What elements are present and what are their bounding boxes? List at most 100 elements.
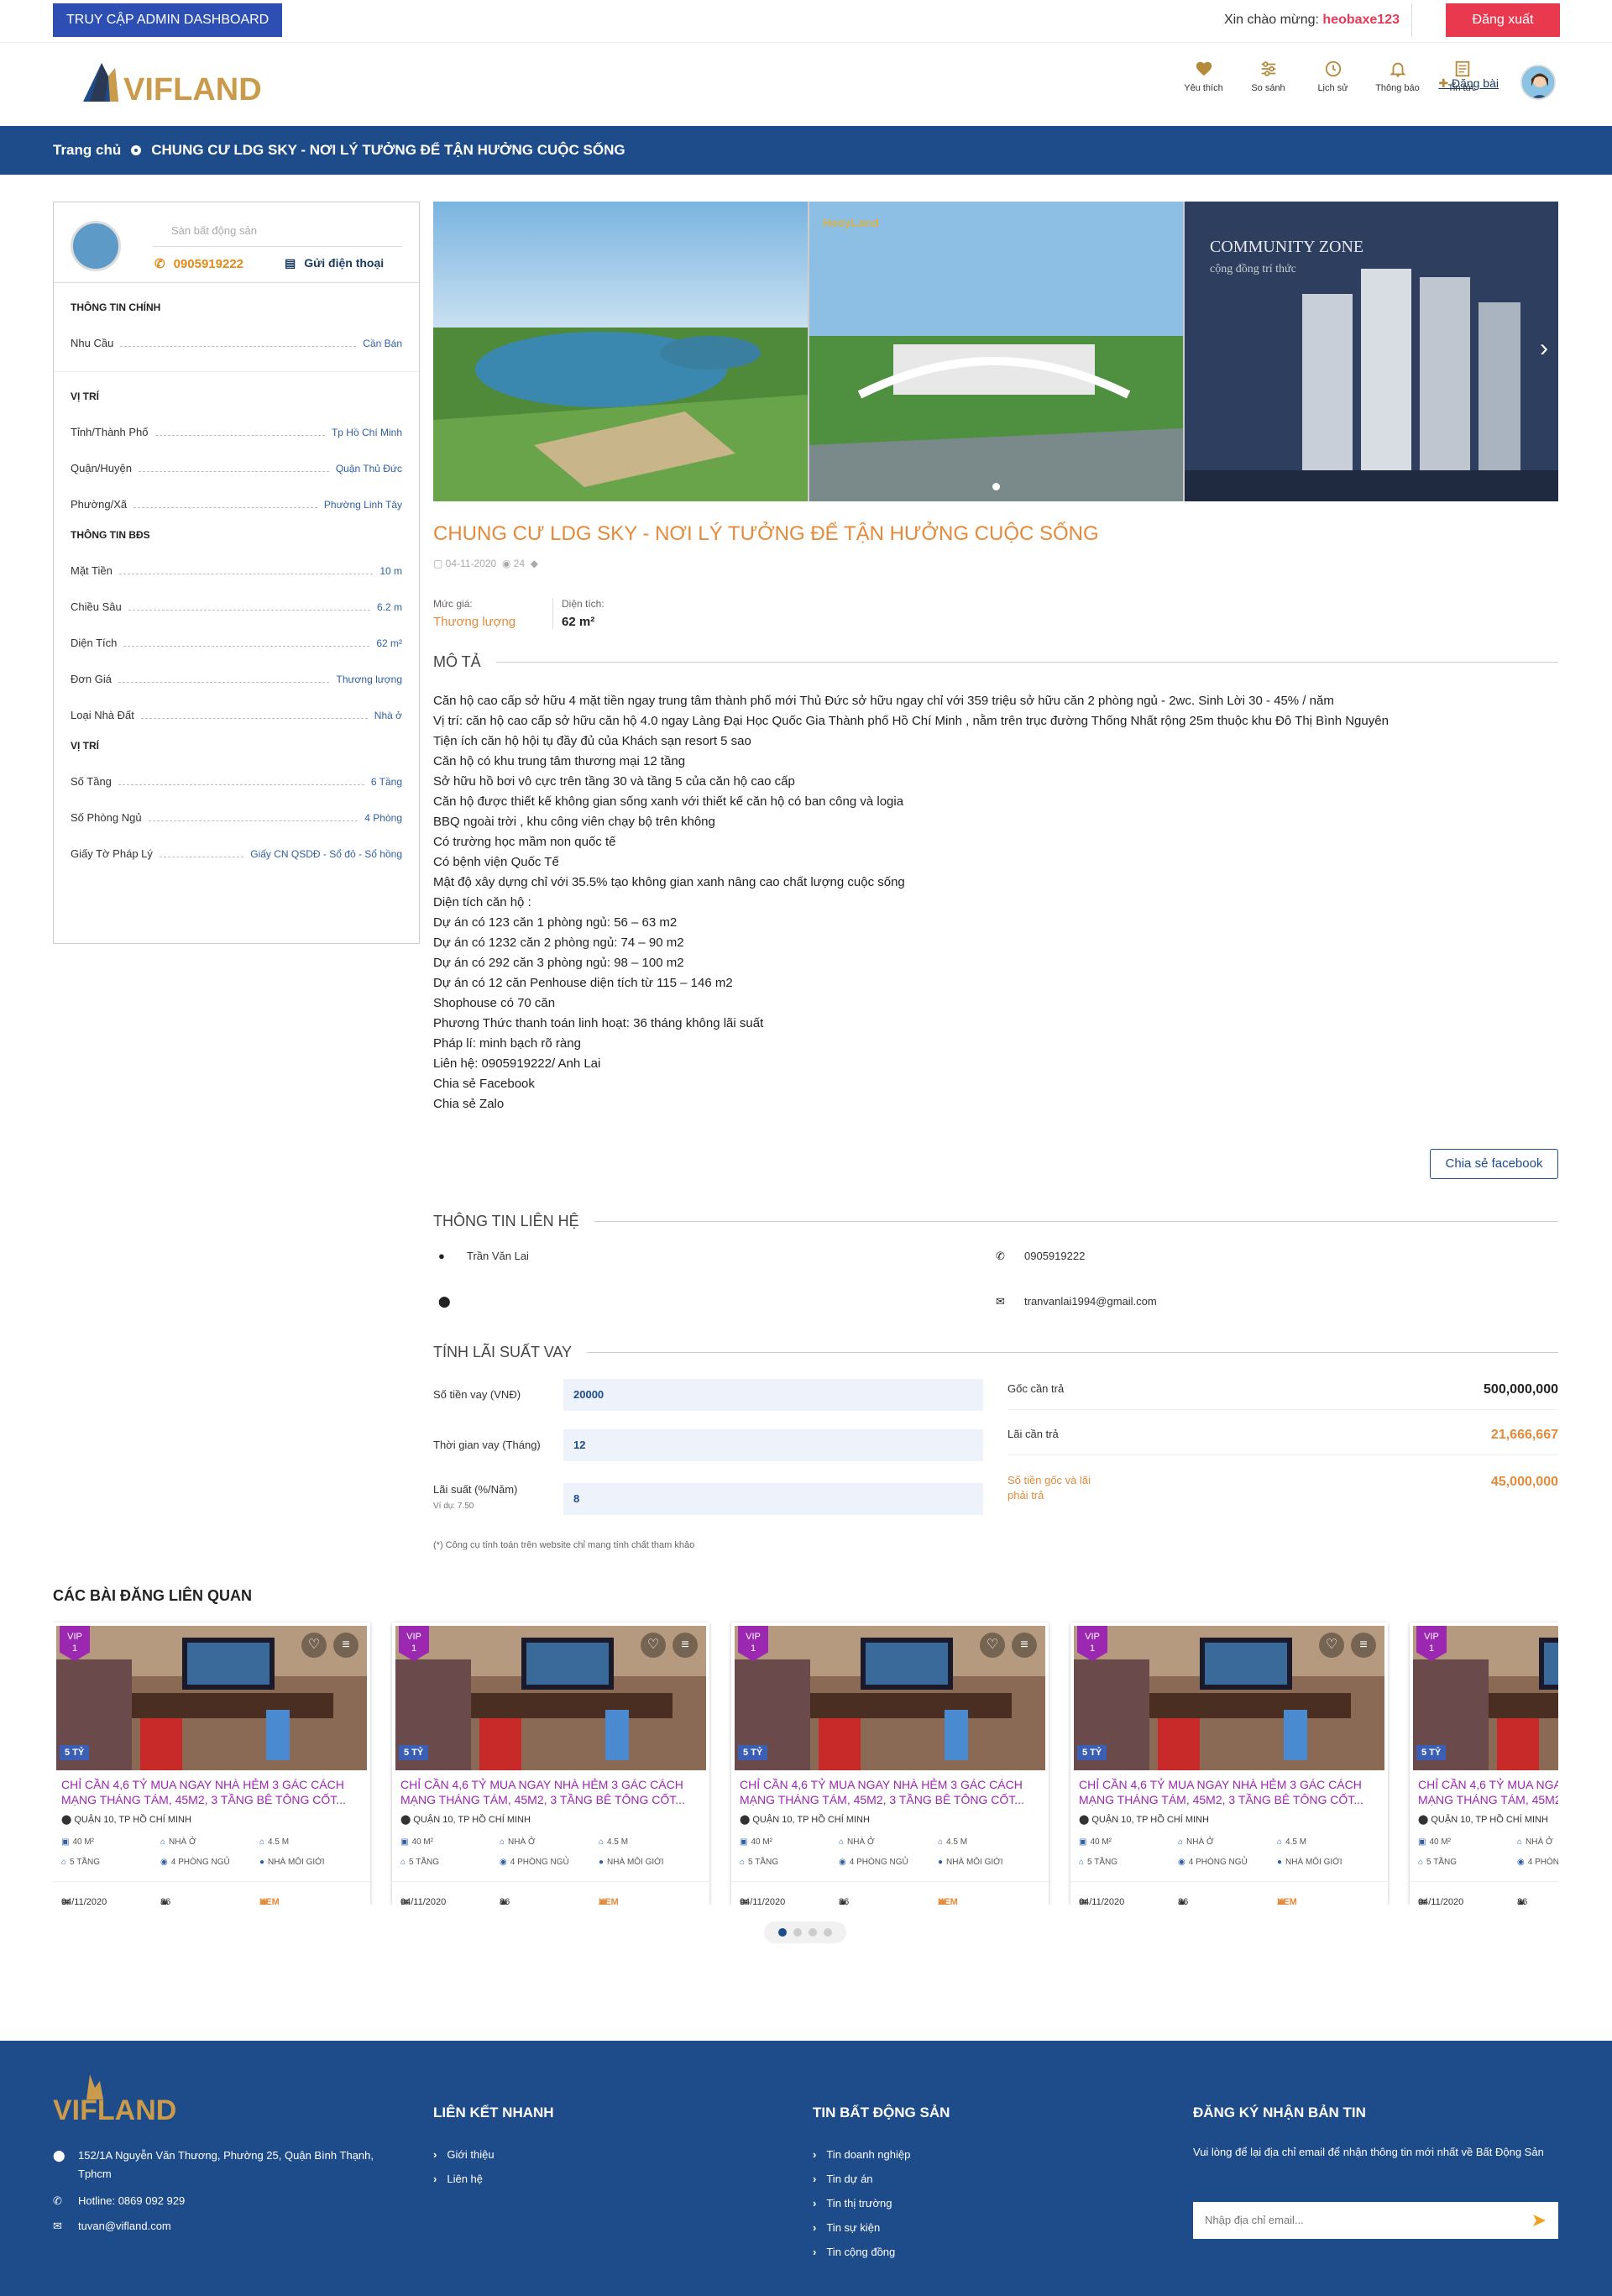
chevron-right-icon[interactable]: › xyxy=(1540,334,1548,363)
divider xyxy=(594,1221,1558,1222)
admin-dashboard-button[interactable]: TRUY CẬP ADMIN DASHBOARD xyxy=(53,3,283,37)
avatar-icon xyxy=(1522,66,1554,98)
compare-icon[interactable]: ≡ xyxy=(1351,1633,1376,1658)
house-icon: ⌂ xyxy=(500,1837,505,1847)
bell-icon xyxy=(1389,62,1406,77)
footer-address-value: 152/1A Nguyễn Văn Thương, Phường 25, Quậ… xyxy=(78,2149,374,2180)
footer-logo[interactable]: VIFLAND xyxy=(53,2071,187,2125)
related-card[interactable]: VIP1 ♡ ≡ 5 TỶ CHỈ CẦN 4,6 TỶ MUA NGAY NH… xyxy=(1070,1622,1388,1905)
contact-heading-label: THÔNG TIN LIÊN HỆ xyxy=(433,1213,579,1229)
user-avatar[interactable] xyxy=(1520,65,1556,100)
related-card[interactable]: VIP1 ♡ ≡ 5 TỶ CHỈ CẦN 4,6 TỶ MUA NGAY NH… xyxy=(731,1622,1049,1905)
dotted-leader xyxy=(120,346,357,347)
footer-link[interactable]: Liên hệ xyxy=(433,2173,483,2185)
compare-icon[interactable]: ≡ xyxy=(673,1633,698,1658)
related-carousel[interactable]: VIP 1 ♡ ≡ 5 TỶ CHỈ CẦN 4,6 TỶ MUA NGAY NH… xyxy=(53,1619,1558,1905)
info-value: 4 Phòng xyxy=(364,811,402,824)
carousel-pagination[interactable] xyxy=(764,1921,846,1943)
page-dot[interactable] xyxy=(778,1928,787,1937)
card-date-value: 04/11/2020 xyxy=(1418,1897,1464,1905)
heart-icon[interactable]: ♡ xyxy=(1319,1633,1344,1658)
send-phone-button[interactable]: ▤ Gửi điện thoại xyxy=(285,256,384,270)
info-value: 62 m² xyxy=(376,637,402,649)
agent-phone[interactable]: ✆ 0905919222 xyxy=(154,256,243,271)
compare-icon[interactable]: ≡ xyxy=(1012,1633,1037,1658)
footer-link[interactable]: Tin cộng đồng xyxy=(813,2246,895,2258)
page-dot[interactable] xyxy=(824,1928,832,1937)
vifland-logo[interactable]: VIFLAND xyxy=(71,51,273,122)
description-line: Pháp lí: minh bạch rõ ràng xyxy=(433,1036,581,1051)
related-card[interactable]: VIP1 ♡ ≡ 5 TỶ CHỈ CẦN 4,6 TỶ MUA NGAY NH… xyxy=(1410,1622,1558,1905)
post-ad-link[interactable]: ✚ Đăng bài xyxy=(1438,76,1499,91)
info-row: Tỉnh/Thành Phố Tp Hồ Chí Minh xyxy=(71,426,402,438)
footer-link[interactable]: Tin sự kiện xyxy=(813,2221,880,2234)
nav-history[interactable]: Lịch sử xyxy=(1301,60,1365,93)
description-line: Liên hệ: 0905919222/ Anh Lai xyxy=(433,1056,601,1071)
photo-gallery[interactable]: HeeyLand COMMUNITY ZONE cộng đồng trí th… xyxy=(433,202,1558,501)
footer-link[interactable]: Tin thị trường xyxy=(813,2197,892,2210)
footer-hotline[interactable]: ✆ Hotline: 0869 092 929 xyxy=(53,2192,185,2210)
loan-rate-label: Lãi suất (%/Năm) xyxy=(433,1483,518,1496)
loan-term-input[interactable]: 12 xyxy=(563,1429,983,1461)
description-line: Vị trí: căn hộ cao cấp sở hữu căn hộ 4.0… xyxy=(433,714,1389,728)
loan-amount-input[interactable]: 20000 xyxy=(563,1379,983,1411)
related-card[interactable]: VIP1 ♡ ≡ 5 TỶ CHỈ CẦN 4,6 TỶ MUA NGAY NH… xyxy=(392,1622,709,1905)
heart-icon[interactable]: ♡ xyxy=(301,1633,327,1658)
location-pin-icon: ⬤ xyxy=(1418,1815,1431,1825)
card-photo[interactable]: VIP1 ♡ ≡ 5 TỶ xyxy=(1413,1626,1558,1770)
gallery-photo-clubhouse[interactable]: HeeyLand xyxy=(809,202,1183,501)
footer-email[interactable]: ✉ tuvan@vifland.com xyxy=(53,2217,171,2236)
description-line: Mật độ xây dựng chỉ với 35.5% tạo không … xyxy=(433,875,905,889)
heart-icon[interactable]: ♡ xyxy=(641,1633,666,1658)
breadcrumb-home[interactable]: Trang chủ xyxy=(53,142,121,158)
description-heading: MÔ TẢ xyxy=(433,653,1558,671)
card-title[interactable]: CHỈ CẦN 4,6 TỶ MUA NGAY NHÀ HẺM 3 GÁC CÁ… xyxy=(740,1777,1040,1807)
footer-col-title: TIN BẤT ĐỘNG SẢN xyxy=(813,2105,950,2120)
description-line: Dự án có 1232 căn 2 phòng ngủ: 74 – 90 m… xyxy=(433,936,684,950)
info-key: Loại Nhà Đất xyxy=(71,709,134,721)
page-dot[interactable] xyxy=(793,1928,802,1937)
top-bar: TRUY CẬP ADMIN DASHBOARD Xin chào mừng: … xyxy=(0,0,1612,42)
card-photo[interactable]: VIP1 ♡ ≡ 5 TỶ xyxy=(1074,1626,1384,1770)
card-area: ▣ 40 M² xyxy=(740,1837,772,1847)
loan-rate-input[interactable]: 8 xyxy=(563,1483,983,1515)
info-row: Chiều Sâu 6.2 m xyxy=(71,600,402,613)
card-photo[interactable]: VIP1 ♡ ≡ 5 TỶ xyxy=(56,1626,367,1770)
card-type: ⌂ NHÀ Ở xyxy=(160,1837,196,1847)
related-heading: CÁC BÀI ĐĂNG LIÊN QUAN xyxy=(53,1587,252,1604)
card-photo[interactable]: VIP1 ♡ ≡ 5 TỶ xyxy=(395,1626,706,1770)
card-title[interactable]: CHỈ CẦN 4,6 TỶ MUA NGAY NHÀ HẺM 3 GÁC CÁ… xyxy=(400,1777,701,1807)
related-card[interactable]: VIP1 ♡ ≡ 5 TỶ CHỈ CẦN 4,6 TỶ MUA NGAY NH… xyxy=(53,1622,370,1905)
nav-notifications[interactable]: Thông báo xyxy=(1365,60,1430,93)
footer-link[interactable]: Tin dự án xyxy=(813,2173,872,2185)
card-title[interactable]: CHỈ CẦN 4,6 TỶ MUA NGAY NHÀ HẺM 3 GÁC CÁ… xyxy=(61,1777,362,1807)
nav-compare[interactable]: So sánh xyxy=(1236,60,1301,93)
description-line: Tiện ích căn hộ hội tụ đầy đủ của Khách … xyxy=(433,734,751,748)
card-type-value: NHÀ Ở xyxy=(847,1837,875,1847)
nav-favorites[interactable]: Yêu thích xyxy=(1171,60,1236,93)
gallery-photo-towers[interactable]: COMMUNITY ZONE cộng đồng trí thức xyxy=(1185,202,1558,501)
page-dot[interactable] xyxy=(809,1928,817,1937)
contact-phone[interactable]: ✆ 0905919222 xyxy=(996,1250,1085,1263)
card-date-value: 04/11/2020 xyxy=(740,1897,786,1905)
logout-button[interactable]: Đăng xuất xyxy=(1446,3,1560,37)
phone-icon: ✆ xyxy=(996,1250,1005,1262)
heart-icon[interactable]: ♡ xyxy=(980,1633,1005,1658)
card-price-badge: 5 TỶ xyxy=(60,1745,90,1760)
send-icon[interactable]: ➤ xyxy=(1531,2202,1547,2239)
newsletter-email-input[interactable]: Nhập địa chỉ email... ➤ xyxy=(1193,2202,1558,2239)
footer-link[interactable]: Tin doanh nghiệp xyxy=(813,2148,910,2161)
share-facebook-button[interactable]: Chia sẻ facebook xyxy=(1430,1149,1558,1179)
card-title[interactable]: CHỈ CẦN 4,6 TỶ MUA NGAY NHÀ HẺM 3 GÁC CÁ… xyxy=(1079,1777,1379,1807)
card-title[interactable]: CHỈ CẦN 4,6 TỶ MUA NGAY NHÀ HẺM 3 GÁC CÁ… xyxy=(1418,1777,1558,1807)
gallery-dot[interactable] xyxy=(992,483,1000,490)
compare-icon[interactable]: ≡ xyxy=(333,1633,359,1658)
gallery-photo-lake[interactable] xyxy=(433,202,808,501)
info-key: Quận/Huyện xyxy=(71,462,132,474)
username[interactable]: heobaxe123 xyxy=(1322,13,1400,27)
card-broker-value: NHÀ MÔI GIỚI xyxy=(607,1858,664,1867)
loan-heading-label: TÍNH LÃI SUẤT VAY xyxy=(433,1344,573,1360)
card-photo[interactable]: VIP1 ♡ ≡ 5 TỶ xyxy=(735,1626,1045,1770)
contact-email[interactable]: ✉ tranvanlai1994@gmail.com xyxy=(996,1295,1157,1308)
footer-link[interactable]: Giới thiệu xyxy=(433,2148,494,2161)
